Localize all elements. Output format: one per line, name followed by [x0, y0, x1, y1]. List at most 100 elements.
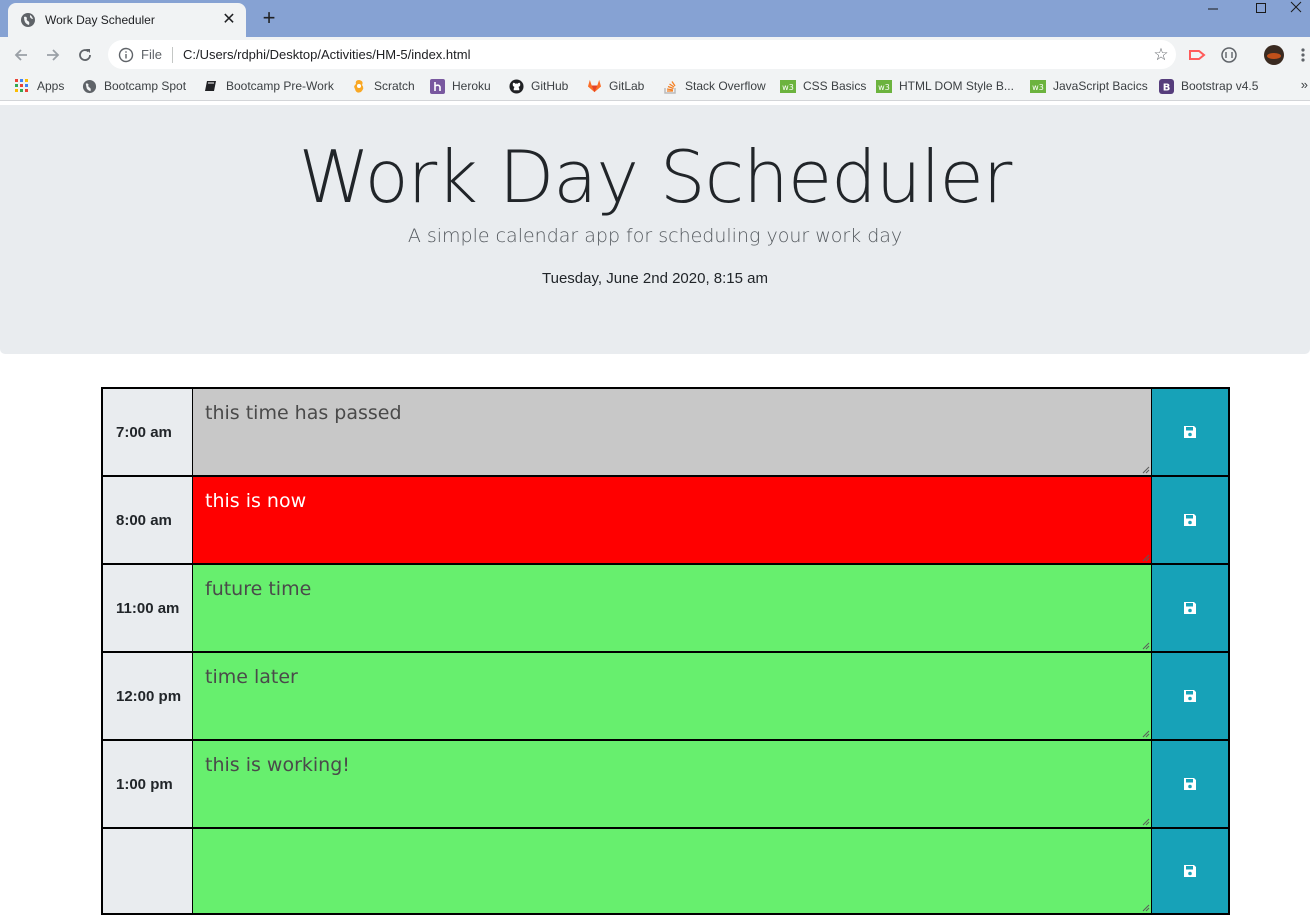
bookmark-label: Bootcamp Pre-Work [226, 79, 334, 93]
description-textarea[interactable]: this is working! [193, 741, 1151, 827]
stackoverflow-icon [662, 78, 678, 94]
floppy-disk-icon [1184, 514, 1196, 526]
bookmark-label: JavaScript Bacics [1053, 79, 1148, 93]
floppy-disk-icon [1184, 778, 1196, 790]
bookmark-bootstrap[interactable]: B Bootstrap v4.5 [1158, 77, 1258, 95]
bookmark-label: HTML DOM Style B... [899, 79, 1014, 93]
minimize-icon[interactable] [1190, 0, 1236, 20]
address-bar[interactable]: File C:/Users/rdphi/Desktop/Activities/H… [108, 40, 1176, 69]
description-textarea[interactable]: time later [193, 653, 1151, 739]
bookmarks-more-button[interactable]: » [1301, 77, 1308, 92]
svg-text:B: B [1162, 82, 1170, 93]
time-block [101, 827, 1230, 915]
bookmark-label: Stack Overflow [685, 79, 766, 93]
bookmark-github[interactable]: GitHub [508, 77, 568, 95]
save-button[interactable] [1151, 741, 1228, 827]
bookmark-label: Bootcamp Spot [104, 79, 187, 93]
globe-icon [81, 78, 97, 94]
description-text: future time [205, 578, 312, 600]
heroku-icon [429, 78, 445, 94]
book-icon [203, 78, 219, 94]
bookmark-scratch[interactable]: Scratch [351, 77, 415, 95]
bookmark-javascript-bacics[interactable]: w3 JavaScript Bacics [1030, 77, 1148, 95]
svg-text:w3: w3 [878, 83, 890, 92]
bookmark-label: Bootstrap v4.5 [1181, 79, 1259, 93]
browser-titlebar: Work Day Scheduler ✕ + [0, 0, 1310, 37]
address-separator [171, 46, 173, 63]
page-header: Work Day Scheduler A simple calendar app… [0, 105, 1310, 354]
gitlab-icon [586, 78, 602, 94]
bookmark-label: Heroku [452, 79, 491, 93]
bookmark-bootcamp-spot[interactable]: Bootcamp Spot [81, 77, 186, 95]
bookmark-stack-overflow[interactable]: Stack Overflow [662, 77, 766, 95]
file-label: File [141, 47, 162, 62]
description-text: this is now [205, 490, 307, 512]
apps-grid-icon [14, 78, 30, 94]
tab-close-icon[interactable]: ✕ [220, 12, 238, 28]
bookmark-bootcamp-pre-work[interactable]: Bootcamp Pre-Work [203, 77, 334, 95]
resize-grip-icon[interactable] [1141, 465, 1150, 474]
browser-tab[interactable]: Work Day Scheduler ✕ [8, 3, 246, 37]
hour-label: 7:00 am [103, 389, 193, 475]
save-button[interactable] [1151, 653, 1228, 739]
bookmark-css-basics[interactable]: w3 CSS Basics [780, 77, 866, 95]
resize-grip-icon[interactable] [1141, 553, 1150, 562]
bookmark-star-icon[interactable]: ☆ [1146, 45, 1176, 65]
save-button[interactable] [1151, 829, 1228, 913]
new-tab-button[interactable]: + [258, 6, 280, 30]
resize-grip-icon[interactable] [1141, 817, 1150, 826]
svg-text:w3: w3 [1032, 83, 1044, 92]
bookmark-html-dom-style[interactable]: w3 HTML DOM Style B... [876, 77, 1014, 95]
hour-label: 12:00 pm [103, 653, 193, 739]
description-textarea[interactable]: future time [193, 565, 1151, 651]
description-textarea[interactable] [193, 829, 1151, 913]
tab-title: Work Day Scheduler [45, 13, 155, 27]
floppy-disk-icon [1184, 690, 1196, 702]
page-title: Work Day Scheduler [298, 135, 1013, 219]
floppy-disk-icon [1184, 602, 1196, 614]
close-window-icon[interactable] [1282, 0, 1310, 20]
description-text: time later [205, 666, 298, 688]
forward-arrow-icon[interactable] [42, 44, 64, 66]
description-text: this time has passed [205, 402, 402, 424]
svg-text:w3: w3 [782, 83, 794, 92]
hour-label: 11:00 am [103, 565, 193, 651]
current-day: Tuesday, June 2nd 2020, 8:15 am [542, 270, 768, 287]
profile-avatar[interactable] [1263, 44, 1285, 66]
save-button[interactable] [1151, 565, 1228, 651]
bootstrap-icon: B [1158, 78, 1174, 94]
info-icon[interactable] [118, 47, 134, 63]
bookmarks-bar: Apps Bootcamp Spot Bootcamp Pre-Work Scr… [0, 72, 1310, 101]
extension-circle-icon[interactable] [1218, 44, 1240, 66]
time-block: 7:00 am this time has passed [101, 387, 1230, 475]
hour-label [103, 829, 193, 913]
resize-grip-icon[interactable] [1141, 729, 1150, 738]
github-icon [508, 78, 524, 94]
resize-grip-icon[interactable] [1141, 903, 1150, 912]
bookmark-label: Apps [37, 79, 65, 93]
maximize-icon[interactable] [1238, 0, 1284, 20]
page-subtitle: A simple calendar app for scheduling you… [407, 225, 903, 247]
bookmark-label: GitLab [609, 79, 645, 93]
description-text: this is working! [205, 754, 350, 776]
back-arrow-icon[interactable] [10, 44, 32, 66]
save-button[interactable] [1151, 389, 1228, 475]
w3schools-icon: w3 [1030, 78, 1046, 94]
bookmark-label: CSS Basics [803, 79, 867, 93]
save-button[interactable] [1151, 477, 1228, 563]
extension-red-icon[interactable] [1186, 44, 1208, 66]
reload-icon[interactable] [74, 44, 96, 66]
bookmark-label: GitHub [531, 79, 569, 93]
url-text[interactable]: C:/Users/rdphi/Desktop/Activities/HM-5/i… [183, 47, 1146, 62]
description-textarea[interactable]: this time has passed [193, 389, 1151, 475]
resize-grip-icon[interactable] [1141, 641, 1150, 650]
bookmark-apps[interactable]: Apps [14, 77, 64, 95]
description-textarea[interactable]: this is now [193, 477, 1151, 563]
scratch-icon [351, 78, 367, 94]
bookmark-gitlab[interactable]: GitLab [586, 77, 644, 95]
w3schools-icon: w3 [780, 78, 796, 94]
bookmark-heroku[interactable]: Heroku [429, 77, 491, 95]
browser-toolbar: File C:/Users/rdphi/Desktop/Activities/H… [0, 37, 1310, 72]
menu-dots-icon[interactable] [1296, 44, 1310, 66]
time-block: 8:00 am this is now [101, 475, 1230, 563]
